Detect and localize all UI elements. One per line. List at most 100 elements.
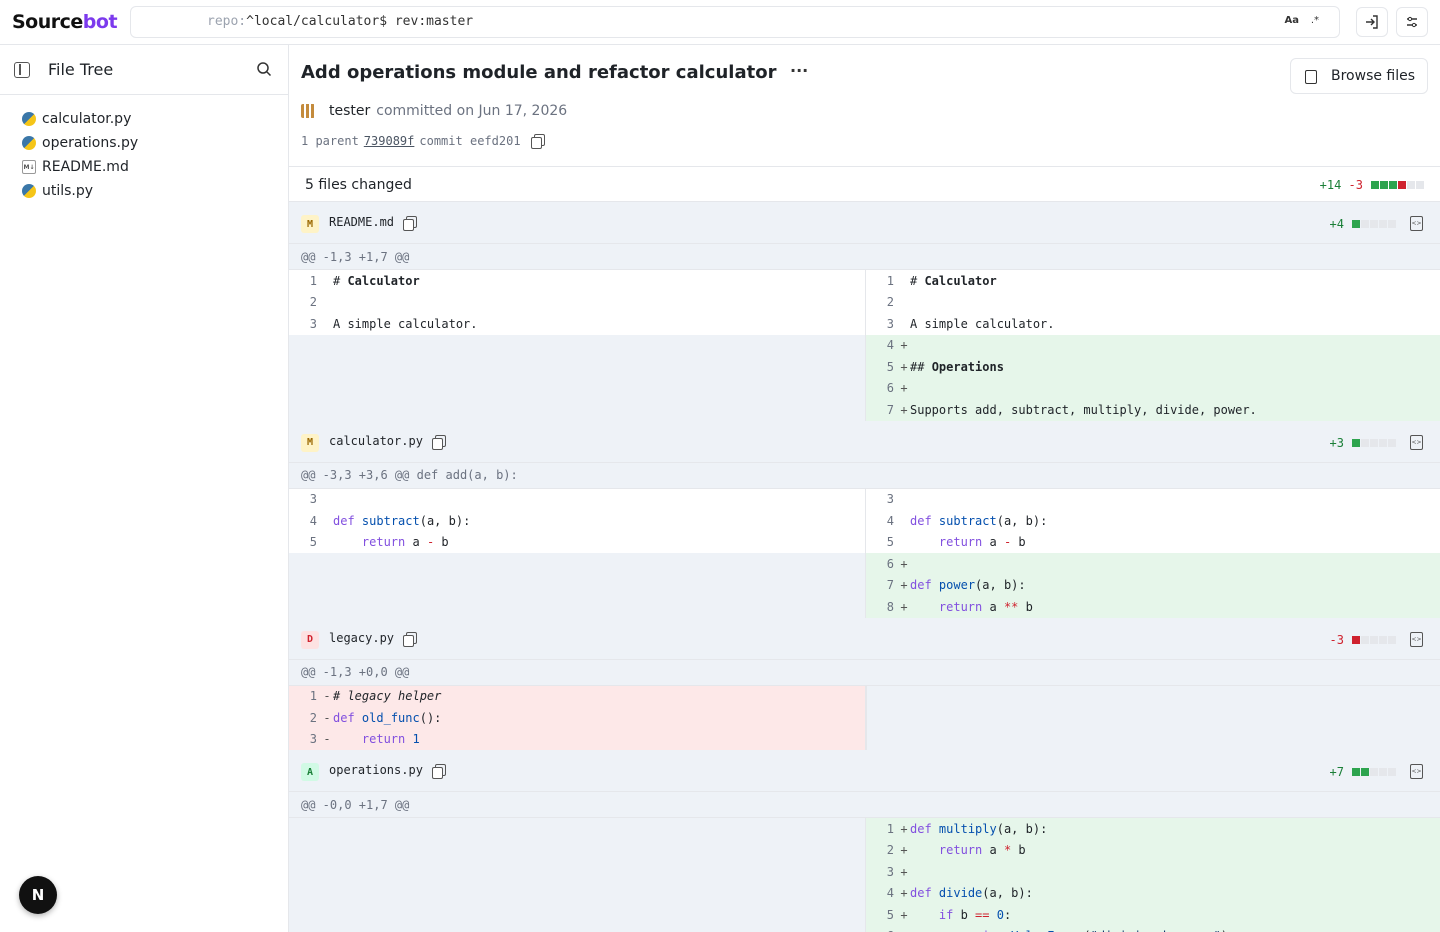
diff-line: 3 xyxy=(865,488,1440,510)
commit-author: tester committed on Jun 17, 2026 xyxy=(301,103,567,119)
tree-item-operations-py[interactable]: operations.py xyxy=(0,131,288,155)
files-changed-label: 5 files changed xyxy=(305,177,412,193)
tree-item-calculator-py[interactable]: calculator.py xyxy=(0,107,288,131)
file-tree-sidebar: File Tree calculator.py operations.py M↓… xyxy=(0,45,289,932)
modified-badge: M xyxy=(301,433,319,452)
view-file-icon[interactable]: <> xyxy=(1410,631,1423,647)
diff-line-added: 6+ raise ValueError("division by zero") xyxy=(865,925,1440,932)
commit-date: committed on Jun 17, 2026 xyxy=(376,103,568,119)
file-tree-header: File Tree xyxy=(0,45,288,95)
diff-line: 2 xyxy=(865,291,1440,313)
diff-line-added: 4 + xyxy=(865,334,1440,356)
hunk-header: @@ -3,3 +3,6 @@ def add(a, b): xyxy=(289,463,1440,489)
file-diff-stat: +3 xyxy=(1330,436,1396,450)
file-tree-title: File Tree xyxy=(48,60,114,79)
markdown-icon: M↓ xyxy=(22,160,36,174)
diff-line: 5 return a - b xyxy=(289,531,865,553)
diff-line-added: 4 + def divide(a, b): xyxy=(865,882,1440,904)
added-badge: A xyxy=(301,763,319,781)
collapse-sidebar-icon[interactable] xyxy=(14,62,30,78)
split-diff: 1 # Calculator 2 3 A simple calculator. … xyxy=(289,270,1440,421)
diff-line: 3 A simple calculator. xyxy=(865,313,1440,335)
files-changed-row: 5 files changed +14 -3 xyxy=(289,166,1440,202)
file-code-icon xyxy=(1305,70,1317,84)
commit-sha: eefd201 xyxy=(469,134,521,148)
view-file-icon[interactable]: <> xyxy=(1410,216,1423,231)
copy-icon[interactable] xyxy=(530,134,545,149)
diff-line-added: 5 + ## Operations xyxy=(865,356,1440,378)
commit-view: Add operations module and refactor calcu… xyxy=(289,45,1440,932)
search-query[interactable]: repo:^local/calculator$ rev:master xyxy=(207,14,473,29)
diff-line: 1 # Calculator xyxy=(865,270,1440,292)
regex-toggle[interactable]: .* xyxy=(1311,15,1319,26)
view-file-icon[interactable]: <> xyxy=(1410,434,1423,450)
split-diff: 1- # legacy helper 2- def old_func(): 3- r… xyxy=(289,685,1440,750)
hunk-header: @@ -1,3 +1,7 @@ xyxy=(289,244,1440,270)
sign-in-button[interactable] xyxy=(1356,7,1388,37)
case-sensitive-toggle[interactable]: Aa xyxy=(1285,15,1300,26)
settings-button[interactable] xyxy=(1396,7,1428,37)
diff-line-added: 7 + Supports add, subtract, multiply, divi… xyxy=(865,399,1440,421)
commit-meta: 1 parent 739089f commit eefd201 xyxy=(301,134,545,149)
sourcebot-logo[interactable]: Sourcebot xyxy=(12,11,118,33)
hunk-header: @@ -1,3 +0,0 @@ xyxy=(289,660,1440,686)
file-name[interactable]: calculator.py xyxy=(329,434,423,448)
file-name[interactable]: legacy.py xyxy=(329,631,394,645)
commit-title: Add operations module and refactor calcu… xyxy=(301,62,777,83)
modified-badge: M xyxy=(301,215,319,233)
avatar xyxy=(301,104,315,118)
parent-commit-link[interactable]: 739089f xyxy=(364,134,415,148)
search-bar[interactable]: repo:^local/calculator$ rev:master Aa .* xyxy=(130,6,1340,38)
diff-line-removed: 1- # legacy helper xyxy=(289,685,865,707)
search-icon[interactable] xyxy=(256,61,272,77)
copy-icon[interactable] xyxy=(403,631,417,647)
diff-line-added: 3 + xyxy=(865,861,1440,883)
author-name[interactable]: tester xyxy=(329,103,370,119)
tree-item-readme-md[interactable]: M↓ README.md xyxy=(0,155,288,179)
file-name[interactable]: operations.py xyxy=(329,763,423,777)
diff-line-added: 7 + def power(a, b): xyxy=(865,574,1440,596)
view-file-icon[interactable]: <> xyxy=(1410,764,1423,779)
deleted-badge: D xyxy=(301,630,319,649)
diff-line-removed: 2- def old_func(): xyxy=(289,707,865,729)
more-options-button[interactable]: ··· xyxy=(790,61,808,80)
diff-line: 5 return a - b xyxy=(865,531,1440,553)
file-diff-stat: +7 xyxy=(1330,765,1396,779)
diff-line: 3 A simple calculator. xyxy=(289,313,865,335)
diff-line-added: 6 + xyxy=(865,553,1440,575)
split-diff: 1 + def multiply(a, b): 2 + return a * b 3 +… xyxy=(289,818,1440,932)
split-diff: 3 4 def subtract(a, b): 5 return a - b 3… xyxy=(289,488,1440,618)
diff-stat-bars xyxy=(1371,181,1424,189)
diff-line-added: 6 + xyxy=(865,377,1440,399)
diff-line-added: 2 + return a * b xyxy=(865,839,1440,861)
file-tree: calculator.py operations.py M↓ README.md … xyxy=(0,95,288,203)
file-name[interactable]: README.md xyxy=(329,215,394,229)
file-diff-stat: -3 xyxy=(1330,633,1396,647)
browse-files-button[interactable]: Browse files xyxy=(1290,58,1428,94)
copy-icon[interactable] xyxy=(432,434,446,450)
file-header: D legacy.py -3 <> xyxy=(289,617,1440,660)
file-diff-stat: +4 xyxy=(1330,217,1396,231)
python-icon xyxy=(22,112,36,126)
total-diff-stat: +14 -3 xyxy=(1320,178,1424,192)
dev-tools-badge[interactable]: N xyxy=(19,876,57,914)
tree-item-utils-py[interactable]: utils.py xyxy=(0,179,288,203)
copy-icon[interactable] xyxy=(432,764,446,779)
diff-line-removed: 3- return 1 xyxy=(289,728,865,750)
diff-line: 4 def subtract(a, b): xyxy=(289,510,865,532)
diff-line-added: 1 + def multiply(a, b): xyxy=(865,818,1440,840)
diff-line-added: 8 + return a ** b xyxy=(865,596,1440,618)
diff-line-added: 5 + if b == 0: xyxy=(865,904,1440,926)
diff-line: 3 xyxy=(289,488,865,510)
diff-line: 1 # Calculator xyxy=(289,270,865,292)
file-header: A operations.py +7 <> xyxy=(289,750,1440,792)
diff-line: 4 def subtract(a, b): xyxy=(865,510,1440,532)
top-bar: Sourcebot repo:^local/calculator$ rev:ma… xyxy=(0,0,1440,45)
file-header: M calculator.py +3 <> xyxy=(289,420,1440,463)
python-icon xyxy=(22,184,36,198)
hunk-header: @@ -0,0 +1,7 @@ xyxy=(289,792,1440,818)
diff-line: 2 xyxy=(289,291,865,313)
diff-list: M README.md +4 <> @@ -1,3 +1,7 @@ 1 # Ca… xyxy=(289,202,1440,932)
copy-icon[interactable] xyxy=(403,216,417,231)
file-header: M README.md +4 <> xyxy=(289,202,1440,244)
